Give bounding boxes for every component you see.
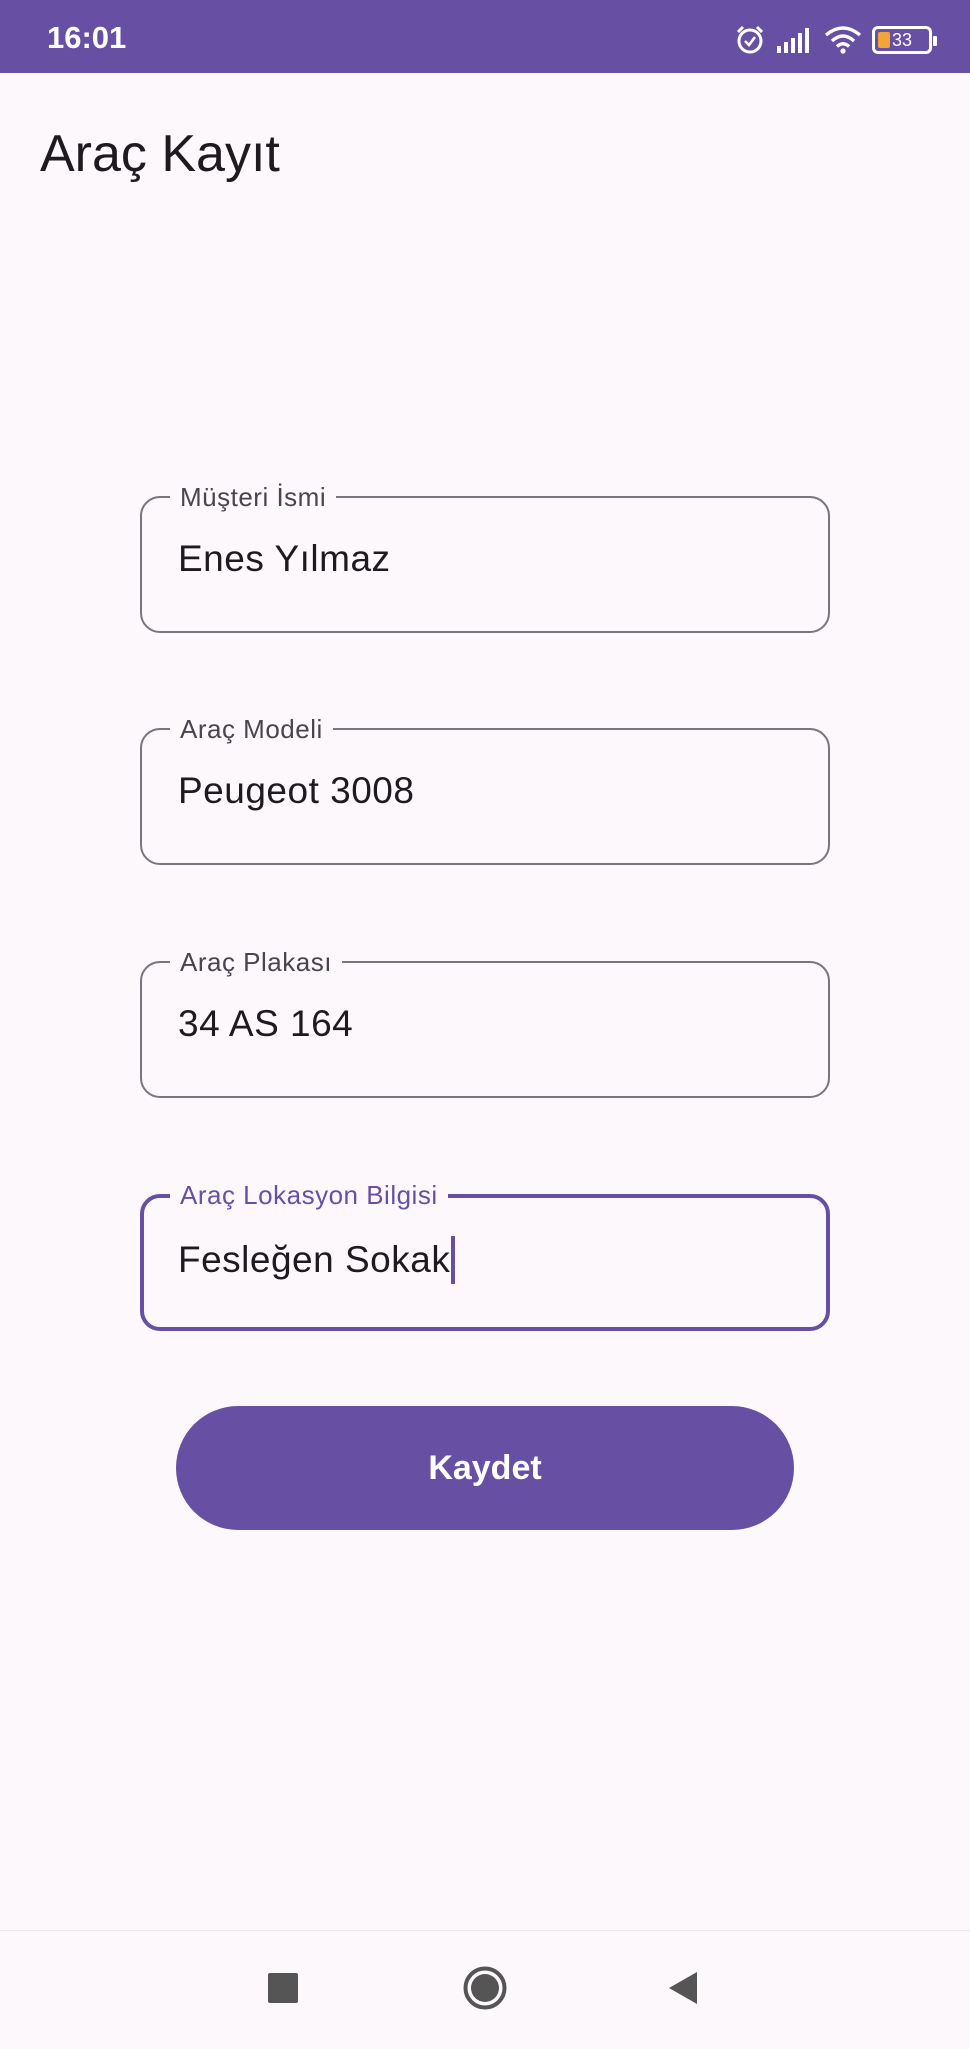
home-button[interactable] — [435, 1931, 535, 2049]
customer-name-value[interactable]: Enes Yılmaz — [178, 538, 391, 580]
back-button[interactable] — [633, 1931, 733, 2049]
status-icons: 33 — [734, 20, 937, 60]
license-plate-field[interactable]: Araç Plakası 34 AS 164 — [140, 946, 830, 1098]
text-cursor — [451, 1236, 456, 1284]
recents-icon — [267, 1972, 299, 2008]
vehicle-model-value[interactable]: Peugeot 3008 — [178, 770, 414, 812]
status-time: 16:01 — [47, 20, 127, 55]
status-bar: 16:01 33 — [0, 0, 970, 73]
home-icon — [462, 1965, 508, 2015]
recents-button[interactable] — [233, 1931, 333, 2049]
license-plate-label: Araç Plakası — [170, 946, 342, 978]
vehicle-model-label: Araç Modeli — [170, 713, 333, 745]
page-title: Araç Kayıt — [40, 125, 280, 183]
battery-level: 33 — [891, 29, 913, 50]
wifi-icon — [824, 25, 862, 55]
signal-icon — [776, 26, 814, 54]
vehicle-model-field[interactable]: Araç Modeli Peugeot 3008 — [140, 713, 830, 865]
navigation-bar — [0, 1930, 970, 2048]
license-plate-value[interactable]: 34 AS 164 — [178, 1003, 353, 1045]
battery-icon: 33 — [872, 26, 937, 54]
location-value: Fesleğen Sokak — [178, 1239, 451, 1280]
location-label: Araç Lokasyon Bilgisi — [170, 1179, 448, 1211]
location-field[interactable]: Araç Lokasyon Bilgisi Fesleğen Sokak — [140, 1179, 830, 1331]
customer-name-label: Müşteri İsmi — [170, 481, 337, 513]
save-button[interactable]: Kaydet — [176, 1406, 794, 1530]
alarm-icon — [734, 24, 766, 56]
back-icon — [667, 1971, 699, 2009]
location-input[interactable]: Fesleğen Sokak — [178, 1236, 456, 1284]
customer-name-field[interactable]: Müşteri İsmi Enes Yılmaz — [140, 481, 830, 633]
